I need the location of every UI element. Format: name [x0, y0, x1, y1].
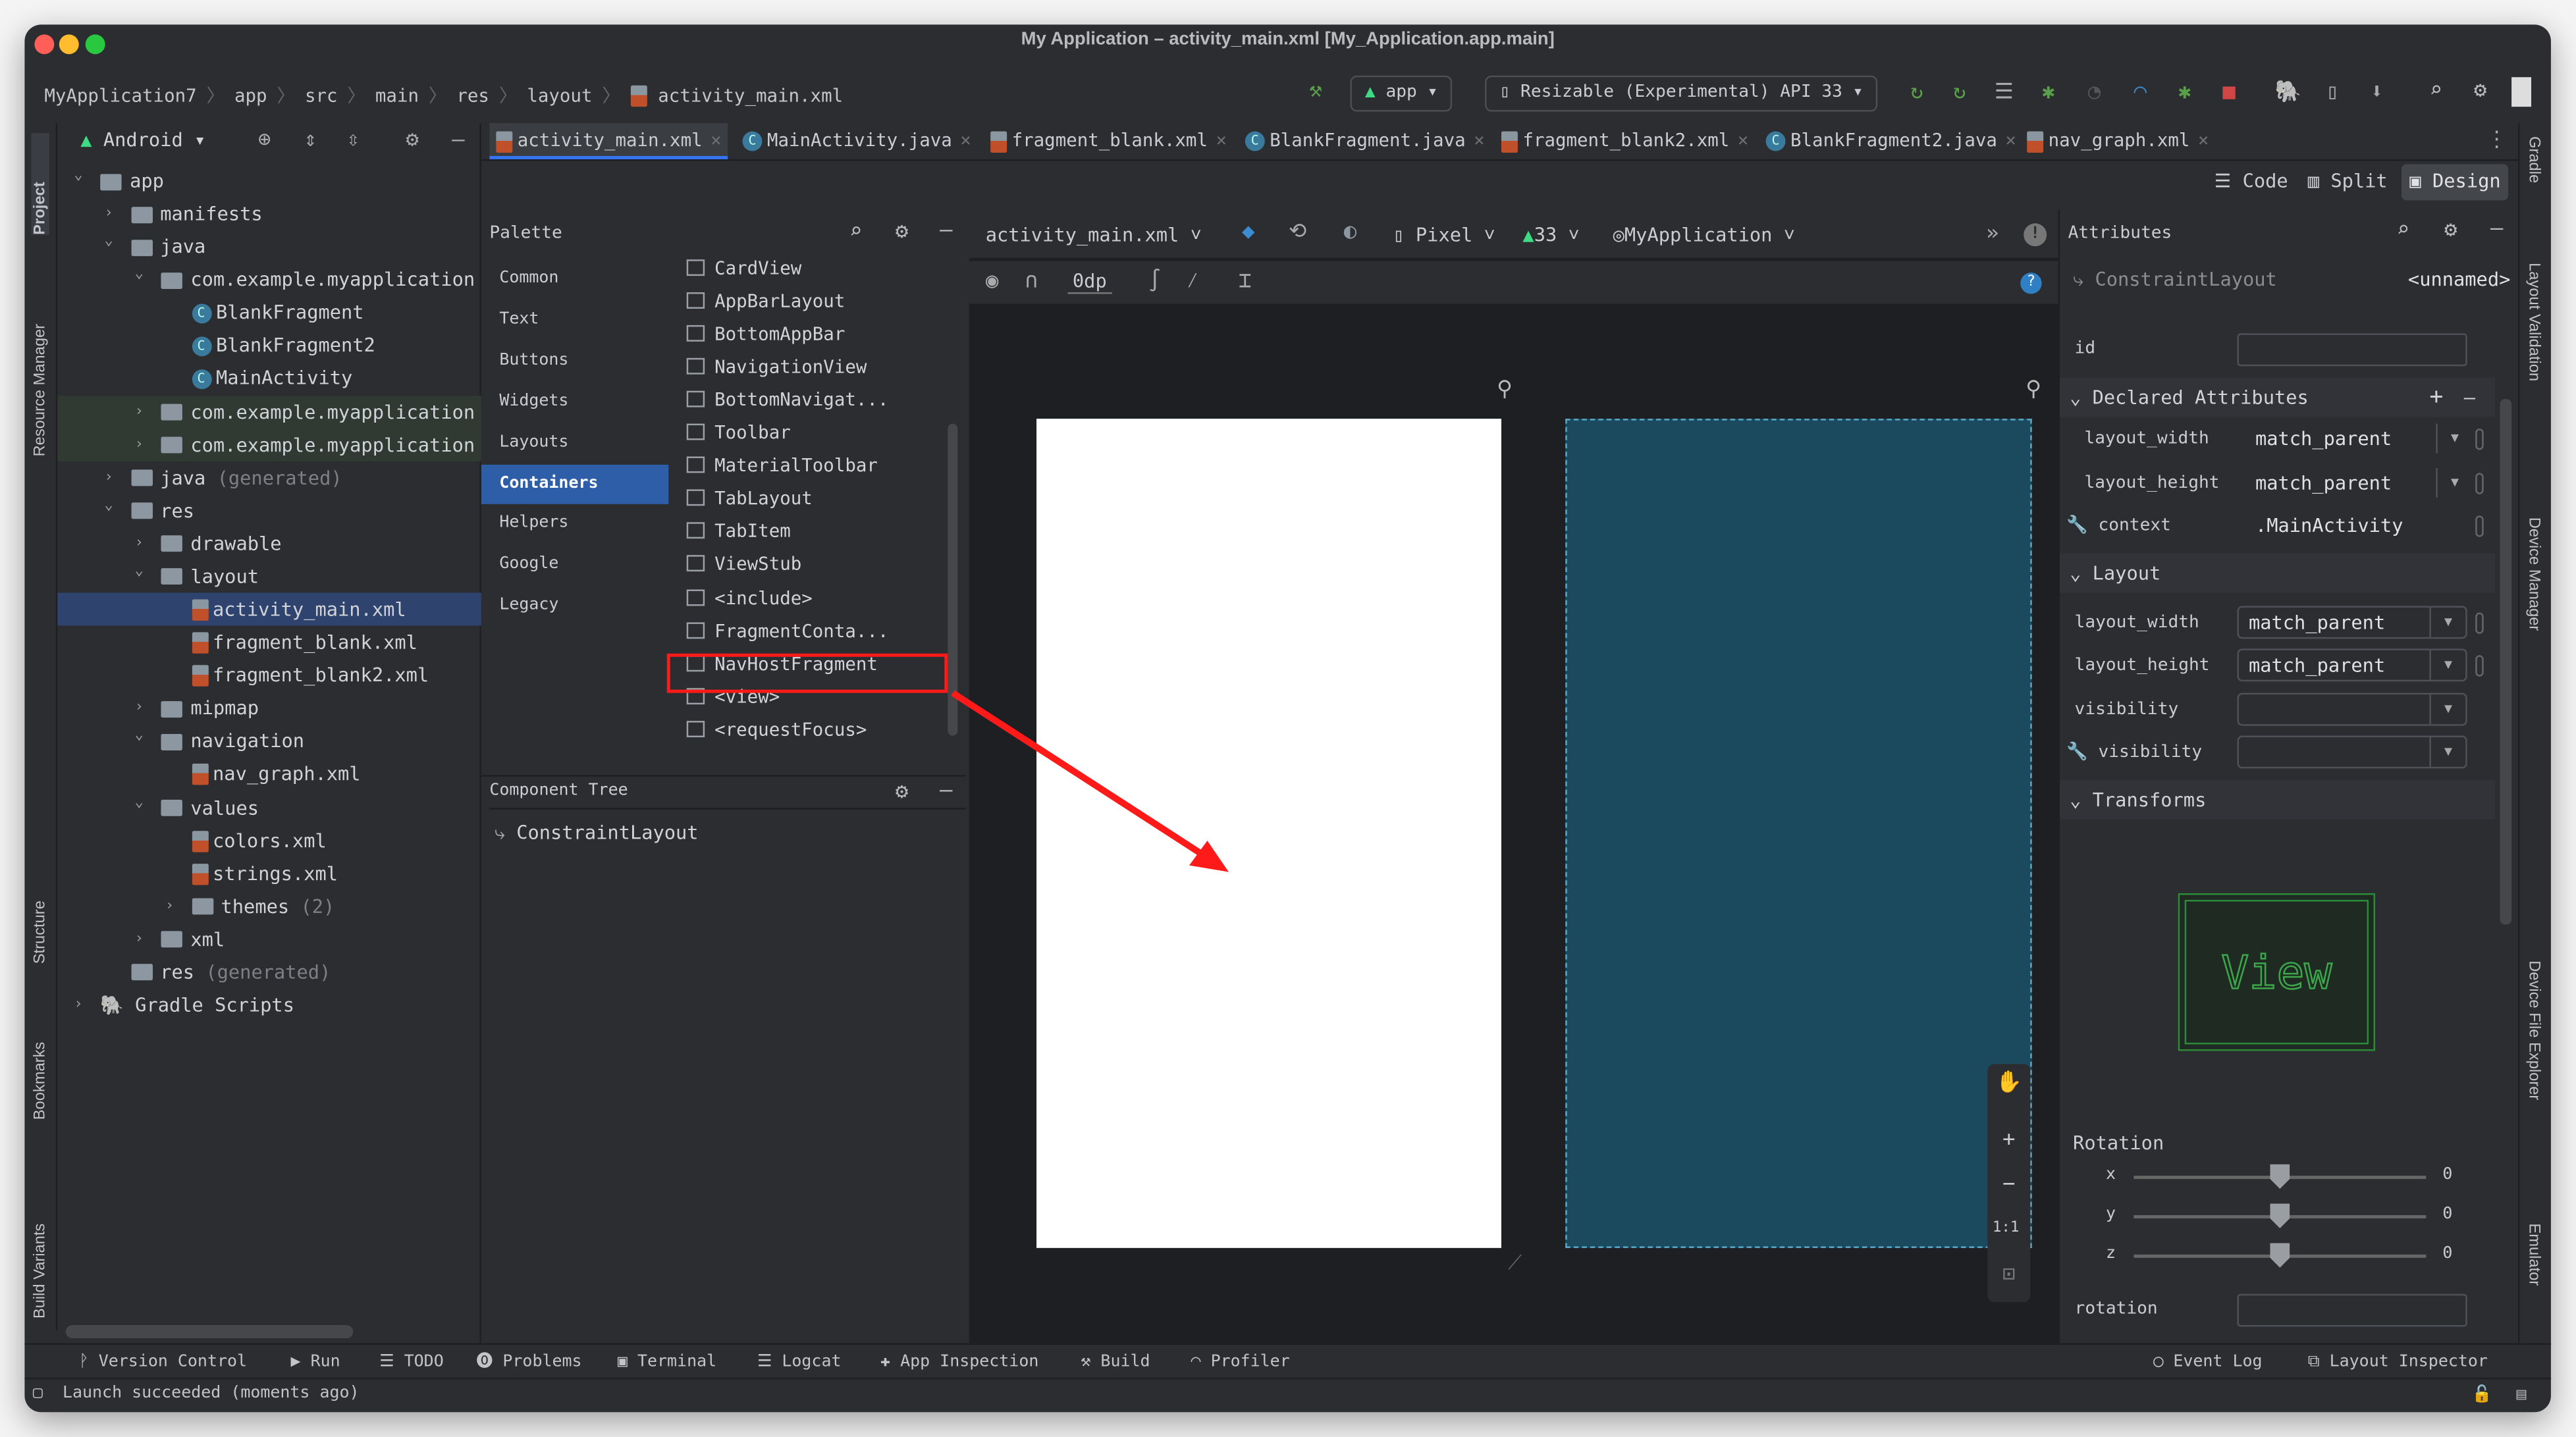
arrow-annotation [951, 690, 1229, 872]
arrow-line [951, 690, 1206, 858]
arrow-head [1189, 841, 1229, 872]
